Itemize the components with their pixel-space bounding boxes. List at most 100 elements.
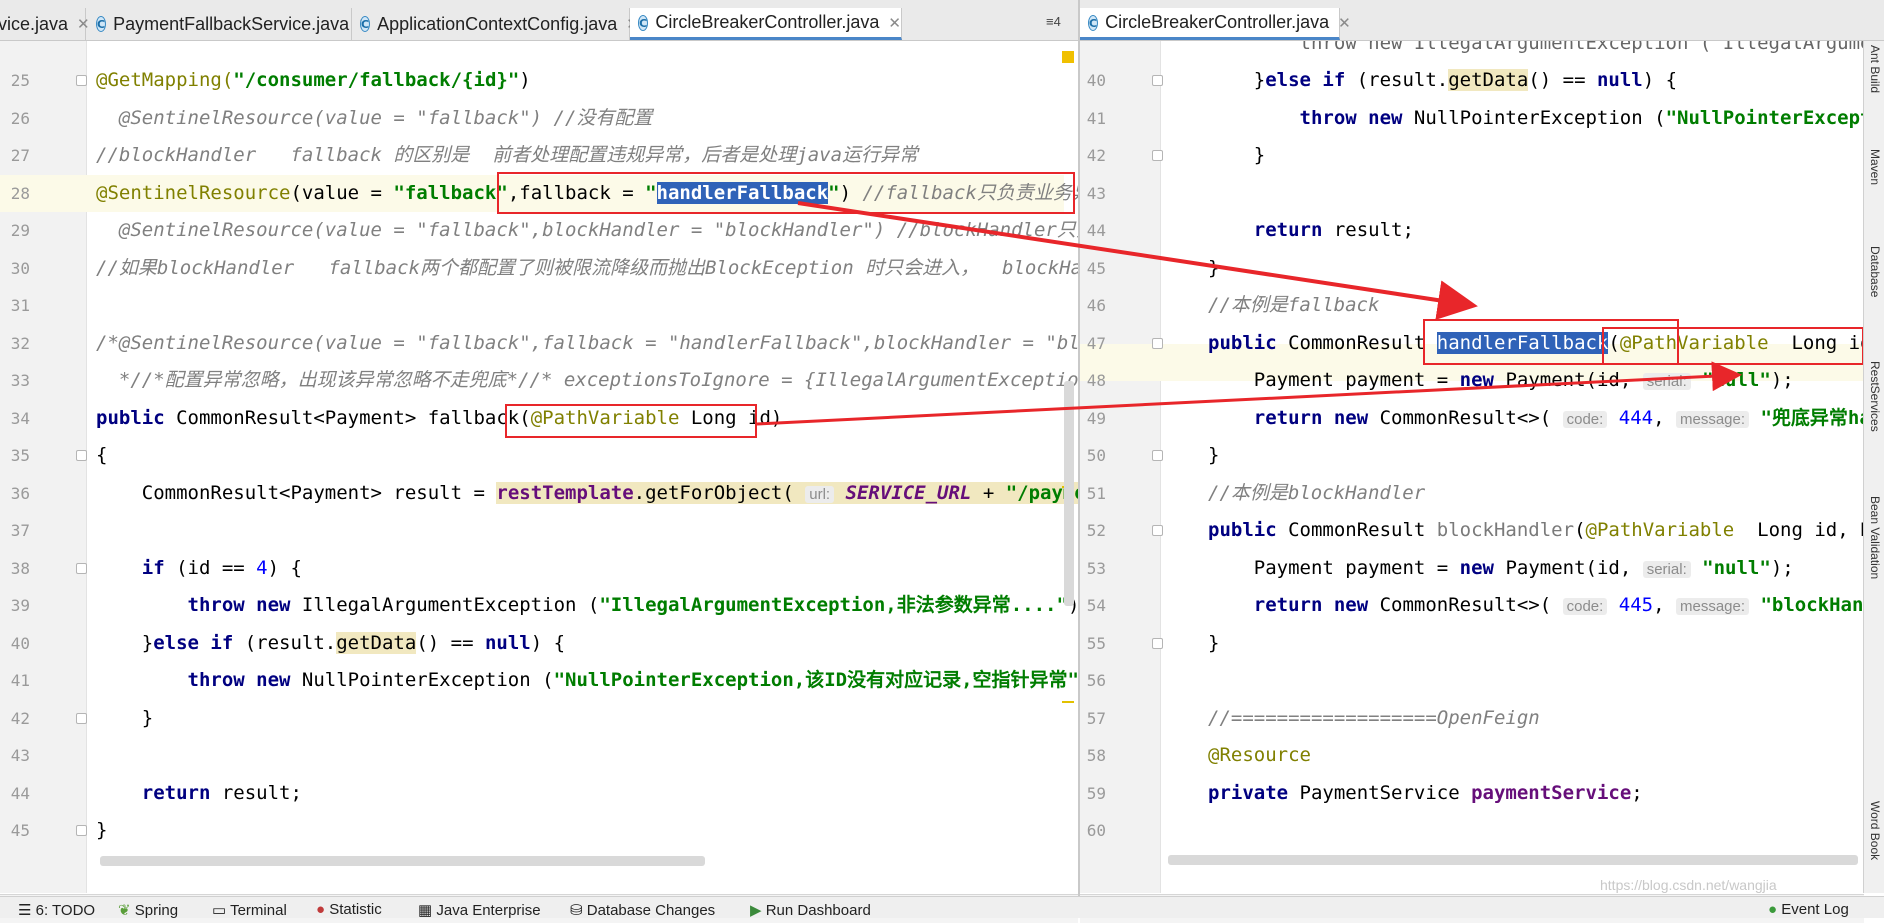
line-number: 28 bbox=[10, 184, 30, 203]
terminal-tool[interactable]: ▭ Terminal bbox=[212, 901, 287, 919]
code-line: { bbox=[96, 444, 108, 466]
class-icon: C bbox=[1088, 14, 1099, 31]
java-enterprise-tool[interactable]: ▦ Java Enterprise bbox=[418, 901, 541, 919]
line-number: 47 bbox=[1086, 334, 1106, 353]
statistic-tool[interactable]: ● Statistic bbox=[316, 901, 382, 918]
line-number: 35 bbox=[10, 446, 30, 465]
line-number: 34 bbox=[10, 409, 30, 428]
code-line: Payment payment = new Payment(id, serial… bbox=[1208, 369, 1794, 391]
class-icon: C bbox=[360, 16, 371, 32]
fold-marker[interactable] bbox=[76, 825, 87, 836]
code-line: } bbox=[96, 819, 108, 841]
fold-marker[interactable] bbox=[1152, 150, 1163, 161]
code-line: }else if (result.getData() == null) { bbox=[1208, 69, 1678, 91]
right-editor[interactable]: 40 41 42 43 44 45 46 47 48 49 50 51 52 5… bbox=[1080, 41, 1864, 893]
fold-marker[interactable] bbox=[1152, 338, 1163, 349]
fold-marker[interactable] bbox=[76, 563, 87, 574]
rest-services-tool[interactable]: RestServices bbox=[1868, 361, 1882, 432]
code-line: } bbox=[1208, 144, 1266, 166]
code-line: return result; bbox=[96, 782, 302, 804]
annotation-box bbox=[505, 404, 757, 438]
line-number: 58 bbox=[1086, 746, 1106, 765]
error-stripe bbox=[1062, 701, 1074, 703]
line-number: 29 bbox=[10, 221, 30, 240]
line-number: 60 bbox=[1086, 821, 1106, 840]
tab-label: vice.java bbox=[0, 13, 69, 34]
database-tool[interactable]: Database bbox=[1868, 246, 1882, 297]
line-number: 54 bbox=[1086, 596, 1106, 615]
line-number: 53 bbox=[1086, 559, 1106, 578]
code-line: } bbox=[96, 707, 154, 729]
bean-validation-tool[interactable]: Bean Validation bbox=[1868, 496, 1882, 579]
vertical-scrollbar[interactable] bbox=[1064, 381, 1074, 606]
code-line: Payment payment = new Payment(id, serial… bbox=[1208, 557, 1794, 579]
fold-marker[interactable] bbox=[1152, 75, 1163, 86]
line-number: 56 bbox=[1086, 671, 1106, 690]
fold-marker[interactable] bbox=[1152, 525, 1163, 536]
warning-marker[interactable] bbox=[1062, 51, 1074, 63]
left-editor[interactable]: 25 26 27 28 29 30 31 32 33 34 35 36 37 3… bbox=[0, 41, 1078, 893]
fold-marker[interactable] bbox=[1152, 638, 1163, 649]
tool-window-bar: ☰ 6: TODO ❦ Spring ▭ Terminal ● Statisti… bbox=[0, 877, 1884, 919]
code-line: return new CommonResult<>( code: 445, me… bbox=[1208, 594, 1864, 616]
spring-tool[interactable]: ❦ Spring bbox=[118, 901, 178, 919]
line-number: 43 bbox=[10, 746, 30, 765]
maven-tool[interactable]: Maven bbox=[1868, 149, 1882, 185]
line-number: 40 bbox=[1086, 71, 1106, 90]
fold-marker[interactable] bbox=[76, 713, 87, 724]
word-book-tool[interactable]: Word Book bbox=[1868, 801, 1882, 860]
tab-payment-fallback-service[interactable]: C PaymentFallbackService.java ✕ bbox=[88, 8, 371, 40]
fold-marker[interactable] bbox=[76, 75, 87, 86]
line-number: 45 bbox=[10, 821, 30, 840]
watermark: https://blog.csdn.net/wangjia bbox=[1600, 877, 1777, 893]
line-number: 36 bbox=[10, 484, 30, 503]
run-dashboard-tool[interactable]: ▶ Run Dashboard bbox=[750, 901, 871, 919]
event-log-tool[interactable]: ● Event Log bbox=[1768, 901, 1849, 918]
line-number: 44 bbox=[1086, 221, 1106, 240]
code-line: @SentinelResource(value = "fallback") //… bbox=[96, 107, 653, 129]
fold-marker[interactable] bbox=[76, 450, 87, 461]
line-number: 25 bbox=[10, 71, 30, 90]
line-number: 55 bbox=[1086, 634, 1106, 653]
ant-build-tool[interactable]: Ant Build bbox=[1868, 45, 1882, 93]
tab-label: ApplicationContextConfig.java bbox=[377, 13, 618, 34]
line-number: 42 bbox=[10, 709, 30, 728]
tab-circle-breaker-controller-right[interactable]: C CircleBreakerController.java ✕ bbox=[1080, 8, 1351, 40]
code-line: //如果blockHandler fallback两个都配置了则被限流降级而抛出… bbox=[96, 257, 1078, 279]
code-line: //本例是blockHandler bbox=[1208, 482, 1426, 504]
code-line: return new CommonResult<>( code: 444, me… bbox=[1208, 407, 1864, 429]
line-number: 52 bbox=[1086, 521, 1106, 540]
line-number: 46 bbox=[1086, 296, 1106, 315]
code-line: throw new NullPointerException ("NullPoi… bbox=[96, 669, 1079, 691]
tab-circle-breaker-controller[interactable]: C CircleBreakerController.java ✕ bbox=[630, 8, 902, 40]
close-icon[interactable]: ✕ bbox=[888, 14, 901, 32]
line-number: 48 bbox=[1086, 371, 1106, 390]
todo-tool[interactable]: ☰ 6: TODO bbox=[18, 901, 95, 919]
horizontal-scrollbar[interactable] bbox=[100, 856, 705, 866]
list-icon: ☰ bbox=[18, 902, 32, 919]
class-icon: C bbox=[96, 16, 107, 32]
right-tool-strip: Ant Build Maven Database RestServices Be… bbox=[1863, 41, 1884, 893]
tab-list-menu[interactable]: ≡4 bbox=[1046, 14, 1061, 29]
tab-service[interactable]: vice.java ✕ bbox=[0, 8, 90, 40]
run-icon: ▶ bbox=[750, 902, 762, 919]
line-number: 51 bbox=[1086, 484, 1106, 503]
annotation-box bbox=[497, 172, 1075, 214]
tab-application-context-config[interactable]: C ApplicationContextConfig.java ✕ bbox=[352, 8, 639, 40]
database-changes-tool[interactable]: ⛁ Database Changes bbox=[570, 901, 715, 919]
fold-marker[interactable] bbox=[1152, 450, 1163, 461]
horizontal-scrollbar[interactable] bbox=[1168, 855, 1858, 865]
line-number: 50 bbox=[1086, 446, 1106, 465]
tab-label: CircleBreakerController.java bbox=[1105, 12, 1330, 32]
enterprise-icon: ▦ bbox=[418, 902, 433, 919]
code-line: //blockHandler fallback 的区别是 前者处理配置违规异常，… bbox=[96, 144, 919, 166]
right-tab-bar: C CircleBreakerController.java ✕ bbox=[1080, 0, 1884, 41]
code-line: return result; bbox=[1208, 219, 1414, 241]
pie-icon: ● bbox=[316, 901, 326, 918]
leaf-icon: ❦ bbox=[118, 902, 131, 919]
close-icon[interactable]: ✕ bbox=[1338, 14, 1351, 32]
code-line: public CommonResult blockHandler(@PathVa… bbox=[1208, 519, 1864, 541]
code-line: throw new IllegalArgumentException ("Ill… bbox=[1208, 41, 1865, 54]
code-line: //本例是fallback bbox=[1208, 294, 1380, 316]
line-number: 39 bbox=[10, 596, 30, 615]
